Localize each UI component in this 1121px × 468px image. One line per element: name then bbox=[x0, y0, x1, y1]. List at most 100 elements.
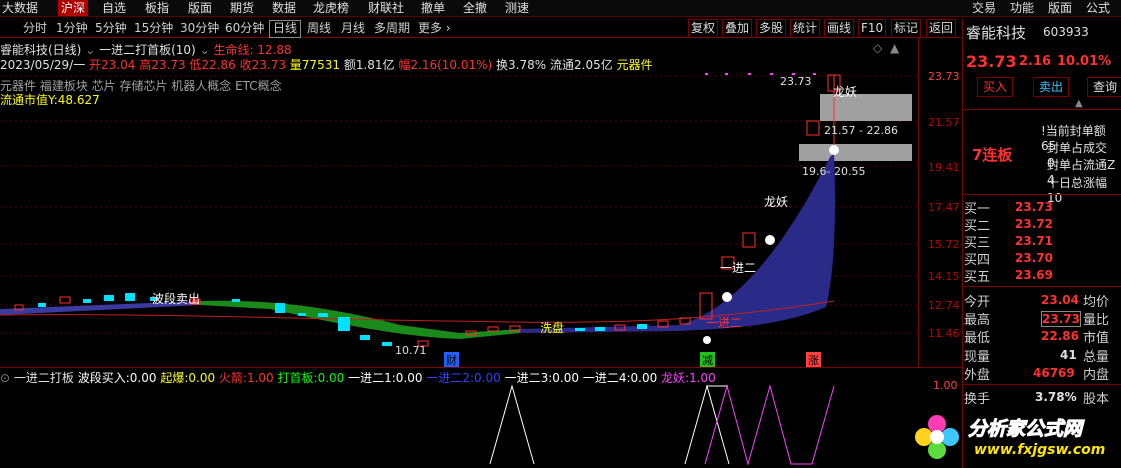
bid-price: 23.70 bbox=[1015, 251, 1053, 265]
indicator-spike bbox=[684, 384, 730, 465]
menu-formula[interactable]: 公式 bbox=[1086, 0, 1110, 16]
ind-label: 一进二2: bbox=[426, 371, 475, 385]
buy-button[interactable]: 买入 bbox=[977, 77, 1013, 97]
ind-label: 一进二1: bbox=[348, 371, 396, 385]
f10-button[interactable]: F10 bbox=[858, 19, 887, 38]
ind-label: 一进二4: bbox=[582, 371, 631, 385]
candle bbox=[232, 299, 240, 302]
menu-futures[interactable]: 期货 bbox=[230, 0, 254, 16]
period-weekly[interactable]: 周线 bbox=[304, 20, 334, 36]
period-1min[interactable]: 1分钟 bbox=[53, 20, 91, 36]
menu-cailianshe[interactable]: 财联社 bbox=[368, 0, 404, 16]
candle bbox=[806, 120, 820, 136]
jian-marker[interactable]: 减 bbox=[700, 352, 715, 368]
ind-label: 起爆: bbox=[160, 371, 189, 385]
indicator-dropdown-icon[interactable]: ⊙ bbox=[0, 371, 10, 385]
period-more[interactable]: 更多 › bbox=[415, 20, 454, 36]
buy-marker-icon bbox=[703, 336, 711, 344]
menu-trade[interactable]: 交易 bbox=[972, 0, 996, 16]
menu-data[interactable]: 数据 bbox=[272, 0, 296, 16]
yijiner-label-lower: 一进二 bbox=[706, 316, 743, 330]
price-tick: 17.47 bbox=[928, 201, 960, 214]
price-tick: 23.73 bbox=[928, 70, 960, 83]
query-button[interactable]: 查询 bbox=[1087, 77, 1121, 97]
indicator-chart[interactable] bbox=[0, 384, 918, 468]
overlay-button[interactable]: 叠加 bbox=[722, 19, 753, 38]
stock-name: 睿能科技 bbox=[966, 24, 1027, 42]
statistics-button[interactable]: 统计 bbox=[790, 19, 821, 38]
price-tick: 21.57 bbox=[928, 116, 960, 129]
bid-label: 买五 bbox=[964, 270, 991, 285]
bid-price: 23.73 bbox=[1015, 200, 1053, 214]
menu-speedtest[interactable]: 测速 bbox=[505, 0, 529, 16]
zhang-marker[interactable]: 涨 bbox=[806, 352, 821, 368]
board-count-label: 7连板 bbox=[972, 146, 1013, 164]
sell-button[interactable]: 卖出 bbox=[1033, 77, 1069, 97]
menu-index[interactable]: 板指 bbox=[145, 0, 169, 16]
price-tick: 19.41 bbox=[928, 161, 960, 174]
zone-upper-label: 21.57 - 22.86 bbox=[824, 124, 898, 137]
ind-value: 0.00 bbox=[188, 371, 216, 385]
candle bbox=[275, 303, 285, 313]
watermark-url: www.fxjgsw.com bbox=[974, 442, 1106, 458]
stat-value: 23.73 bbox=[1041, 311, 1081, 327]
fuquan-button[interactable]: 复权 bbox=[688, 19, 719, 38]
period-15min[interactable]: 15分钟 bbox=[131, 20, 176, 36]
flower-logo-icon bbox=[915, 415, 959, 459]
menu-cancel-all[interactable]: 全撤 bbox=[463, 0, 487, 16]
candle bbox=[125, 293, 135, 301]
menu-watchlist[interactable]: 自选 bbox=[102, 0, 126, 16]
period-60min[interactable]: 60分钟 bbox=[222, 20, 267, 36]
period-5min[interactable]: 5分钟 bbox=[92, 20, 130, 36]
collapse-icon[interactable]: ▲ bbox=[1075, 98, 1083, 109]
buy-marker-icon bbox=[829, 145, 839, 155]
menu-layout-right[interactable]: 版面 bbox=[1048, 0, 1072, 16]
watermark-title: 分析家公式网 bbox=[967, 418, 1083, 441]
stat-label: 今开 bbox=[964, 295, 991, 310]
ind-value: 0.00 bbox=[129, 371, 157, 385]
menu-longhubang[interactable]: 龙虎榜 bbox=[313, 0, 349, 16]
top-menu-bar: 大数据 沪深 自选 板指 版面 期货 数据 龙虎榜 财联社 撤单 全撤 测速 交… bbox=[0, 0, 1121, 17]
back-button[interactable]: 返回 bbox=[926, 19, 957, 38]
period-minute-chart[interactable]: 分时 bbox=[20, 20, 50, 36]
current-price: 23.73 bbox=[966, 52, 1017, 71]
price-tick: 15.72 bbox=[928, 238, 960, 251]
ind-value: 0.00 bbox=[395, 371, 423, 385]
menu-function[interactable]: 功能 bbox=[1010, 0, 1034, 16]
bid-price: 23.71 bbox=[1015, 234, 1053, 248]
candle bbox=[575, 328, 585, 331]
menu-layout[interactable]: 版面 bbox=[188, 0, 212, 16]
watermark: 分析家公式网 www.fxjgsw.com bbox=[912, 408, 1121, 468]
longyao-signal-line bbox=[704, 384, 835, 466]
draw-line-button[interactable]: 画线 bbox=[824, 19, 855, 38]
ind-label: 火箭: bbox=[218, 371, 247, 385]
turnover-value: 3.78% bbox=[1035, 390, 1077, 404]
indicator-name[interactable]: 一进二打板 bbox=[14, 371, 74, 385]
menu-big-data[interactable]: 大数据 bbox=[2, 0, 38, 16]
stat-right-label: 总量 bbox=[1083, 350, 1110, 365]
period-daily[interactable]: 日线 bbox=[269, 20, 302, 38]
stat-label: 现量 bbox=[964, 350, 991, 365]
price-tick: 12.74 bbox=[928, 299, 960, 312]
ind-value: 1.00 bbox=[246, 371, 274, 385]
period-multi[interactable]: 多周期 bbox=[371, 20, 413, 36]
ind-label: 波段买入: bbox=[77, 371, 130, 385]
candle bbox=[38, 303, 46, 307]
ind-label: 打首板: bbox=[277, 371, 318, 385]
period-monthly[interactable]: 月线 bbox=[338, 20, 368, 36]
yijiner-label-upper: 一进二 bbox=[720, 261, 757, 275]
xipan-label: 洗盘 bbox=[540, 321, 565, 335]
menu-cancel-order[interactable]: 撤单 bbox=[421, 0, 445, 16]
divider bbox=[963, 194, 1121, 195]
menu-hushen[interactable]: 沪深 bbox=[58, 0, 89, 16]
period-30min[interactable]: 30分钟 bbox=[177, 20, 222, 36]
candle bbox=[59, 296, 71, 304]
mark-button[interactable]: 标记 bbox=[891, 19, 922, 38]
cai-marker[interactable]: 财 bbox=[444, 352, 459, 368]
divider bbox=[963, 286, 1121, 287]
resistance-zone-lower bbox=[799, 144, 912, 161]
multi-stock-button[interactable]: 多股 bbox=[756, 19, 787, 38]
stat-label: 最低 bbox=[964, 331, 991, 346]
ind-value: 0.00 bbox=[630, 371, 658, 385]
stat-value: 46769 bbox=[1033, 366, 1075, 380]
